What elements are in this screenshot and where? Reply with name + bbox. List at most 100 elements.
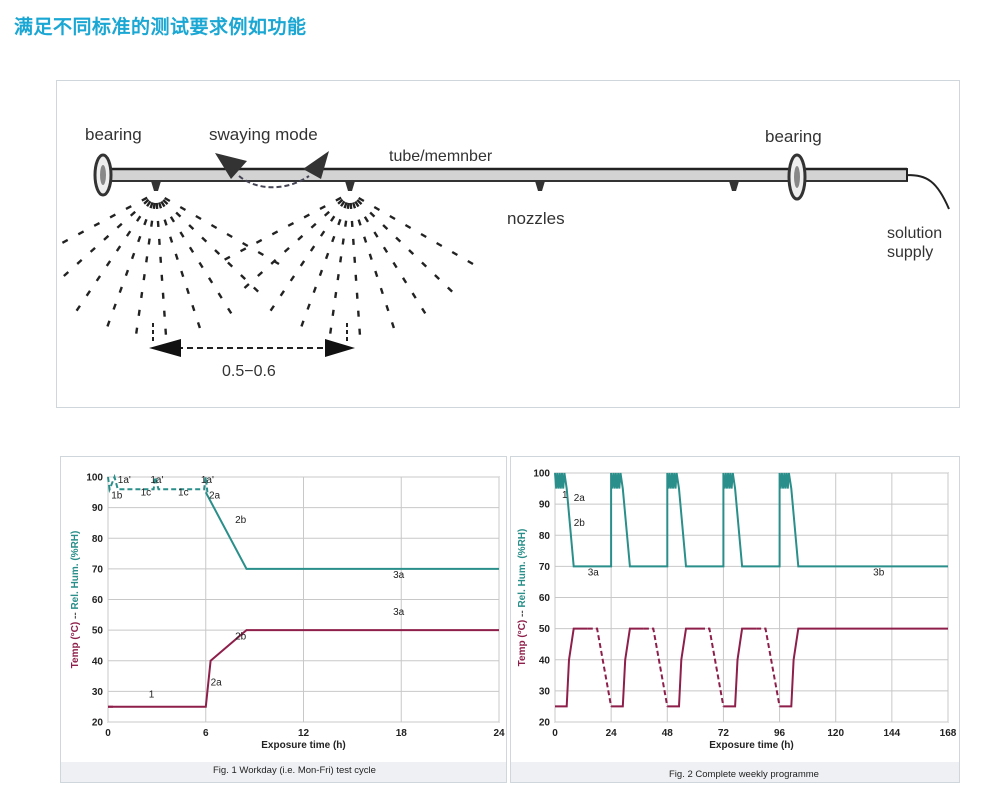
annotation-label: 1a' — [201, 475, 214, 486]
spray-dash — [152, 202, 156, 210]
spray-dash — [279, 290, 286, 297]
x-tick-label: 48 — [662, 728, 674, 739]
x-tick-label: 0 — [105, 728, 111, 739]
spray-dash — [137, 309, 141, 316]
spray-dash — [331, 309, 335, 316]
figure-1: 20 30 40 50 60 70 80 90 100 0 6 12 18 24 Exposure time… — [60, 456, 507, 783]
spray-dash — [157, 202, 163, 209]
spray-dash — [89, 246, 96, 253]
spray-dash — [63, 271, 70, 277]
spray-dash — [169, 236, 174, 243]
spray-dash — [310, 222, 317, 229]
spray-dash — [331, 235, 336, 243]
y-tick-label: 40 — [539, 655, 551, 666]
spray-dash — [299, 260, 306, 267]
spray-dash — [337, 218, 342, 226]
spray-dash — [334, 291, 338, 299]
spray-dash — [303, 213, 310, 219]
x-tick-label: 144 — [884, 728, 901, 739]
spray-dash — [180, 270, 185, 278]
y-tick-label: 60 — [92, 595, 104, 606]
page-heading: 满足不同标准的测试要求例如功能 — [14, 16, 307, 38]
spray-dash — [287, 221, 295, 227]
spray-dash — [421, 307, 427, 315]
caption-fig2: Fig. 2 Complete weekly programme — [669, 769, 819, 780]
spray-dash — [257, 250, 264, 257]
spray-dash — [390, 321, 396, 329]
annotation-label: 1b — [111, 490, 123, 501]
spray-dash — [227, 261, 234, 268]
y-axis-label: Temp (°C) -- Rel. Hum. (%RH) — [517, 529, 528, 667]
y-tick-label: 80 — [92, 534, 104, 545]
spray-dash — [226, 232, 233, 239]
spray-dash — [312, 286, 317, 294]
label-tube: tube/memnber — [389, 148, 493, 165]
spray-dash — [318, 269, 324, 277]
spray-dash — [300, 320, 305, 327]
spray-diagram: bearing swaying mode tube/memnber bearin… — [30, 125, 950, 380]
x-tick-label: 12 — [298, 728, 310, 739]
caption-fig1: Fig. 1 Workday (i.e. Mon-Fri) test cycle — [213, 765, 376, 776]
spray-dash — [135, 327, 139, 334]
spray-dash — [341, 238, 345, 245]
x-tick-label: 24 — [606, 728, 618, 739]
spray-dash — [149, 201, 154, 209]
x-axis-label: Exposure time (h) — [261, 740, 345, 751]
spray-dash — [451, 250, 458, 257]
label-supply: supply — [887, 244, 933, 261]
spray-dash — [169, 216, 176, 223]
spray-dash — [323, 210, 330, 217]
spray-dash — [188, 224, 195, 230]
spray-dash — [283, 246, 290, 253]
spray-dash — [196, 321, 202, 329]
spray-dash — [411, 292, 417, 299]
spray-dash — [93, 221, 101, 227]
spray-dash — [85, 290, 92, 297]
spray-dash — [109, 213, 116, 219]
spray-dash — [270, 259, 277, 265]
spray-dash — [379, 287, 384, 295]
spray-dash — [351, 202, 357, 209]
spray-dash — [382, 224, 389, 230]
spray-dash — [163, 219, 168, 226]
spray-dash — [125, 205, 132, 211]
spray-dash — [217, 292, 223, 299]
spray-dash — [401, 277, 408, 284]
spray-dash — [95, 275, 102, 282]
spray-dash — [115, 245, 122, 252]
y-tick-label: 50 — [92, 626, 104, 637]
label-bearing-left: bearing — [85, 125, 142, 144]
spray-dash — [174, 253, 179, 260]
annotation-label: 1a' — [118, 475, 131, 486]
x-tick-label: 24 — [493, 728, 505, 739]
y-tick-label: 100 — [86, 473, 103, 484]
spray-dash — [297, 234, 304, 241]
spray-dash — [147, 238, 151, 245]
spray-dash — [242, 241, 249, 248]
spray-patterns — [30, 196, 474, 335]
spray-dash — [224, 255, 231, 261]
annotation-label: 2b — [574, 518, 586, 529]
spray-dash — [446, 286, 453, 293]
spray-dash — [142, 274, 146, 281]
spray-dash — [339, 256, 343, 263]
spray-dash — [227, 307, 233, 315]
annotation-label: 3a — [393, 570, 405, 581]
spray-dash — [467, 259, 474, 266]
spray-dash — [395, 236, 402, 243]
spray-dash — [150, 220, 154, 227]
spray-dash — [255, 238, 263, 244]
annotation-label: 1c — [141, 487, 152, 498]
spray-dash — [137, 235, 142, 243]
spray-dash — [319, 205, 326, 211]
x-axis-label: Exposure time (h) — [709, 740, 793, 751]
bearing-right-icon — [787, 153, 807, 201]
chart-fig2: 20 30 40 50 60 70 80 90 100 0 24 48 72 96 120 144 168 Exp… — [511, 457, 959, 762]
nozzle-2-icon — [345, 181, 355, 191]
spray-dash — [207, 277, 214, 284]
spray-dash — [145, 256, 149, 263]
annotation-label: 1a' — [150, 475, 163, 486]
y-tick-label: 90 — [539, 500, 551, 511]
spray-dash — [257, 271, 264, 277]
spray-dash — [175, 211, 182, 218]
